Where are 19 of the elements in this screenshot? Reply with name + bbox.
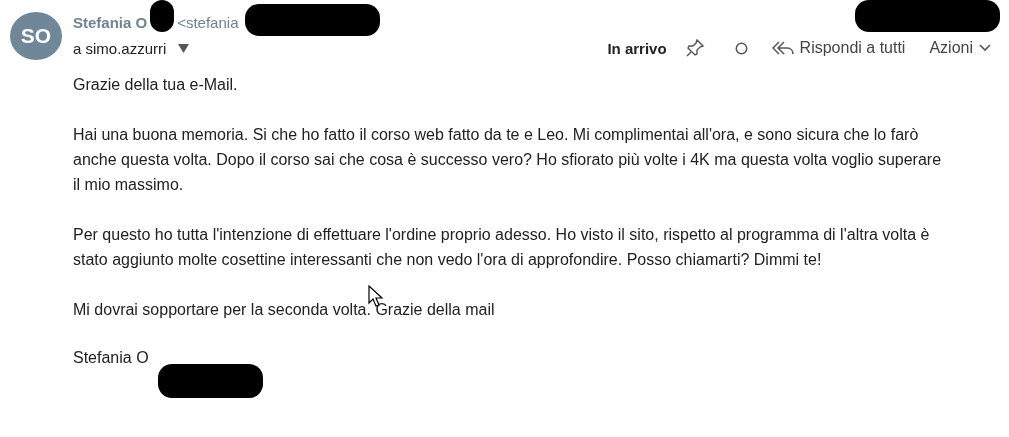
avatar: SO (10, 12, 62, 60)
sender-name: Stefania O (73, 13, 148, 31)
redaction-mark (150, 0, 174, 32)
pin-button[interactable] (684, 38, 705, 58)
signature: Stefania O (73, 348, 150, 368)
pin-icon (684, 38, 705, 58)
chevron-down-icon (979, 44, 991, 52)
sender-address: <stefania (177, 13, 239, 31)
reply-all-icon (771, 40, 794, 56)
message-paragraph: Hai una buona memoria. Si che ho fatto il corso web fatto da te e Leo. Mi complimentai all'ora, e sono sicura che lo farò anche questa volta. Dopo il corso sai che cosa è successo vero? Ho sfiorato più volte i 4K ma questa volta voglio superare il mio massimo. (73, 125, 943, 195)
actions-button[interactable]: Azioni (929, 39, 991, 57)
message-paragraph: Grazie della tua e-Mail. (73, 75, 239, 95)
recipient: a simo.azzurri (73, 39, 167, 57)
message-paragraph: Mi dovrai sopportare per la seconda volta. Grazie della mail (73, 300, 496, 320)
reply-all-button[interactable]: Rispondi a tutti (771, 39, 906, 57)
message-paragraph: Per questo ho tutta l'intenzione di effettuare l'ordine proprio adesso. Ho visto il sito, rispetto al programma di l'altra volta è stato aggiunto molte cosettine interessanti che non vedo l'ora di approfondire. Posso chiamarti? Dimmi te! (73, 225, 931, 270)
dropdown-icon[interactable] (178, 43, 190, 53)
folder-label: In arrivo (607, 39, 667, 57)
circle-icon[interactable] (734, 41, 748, 55)
